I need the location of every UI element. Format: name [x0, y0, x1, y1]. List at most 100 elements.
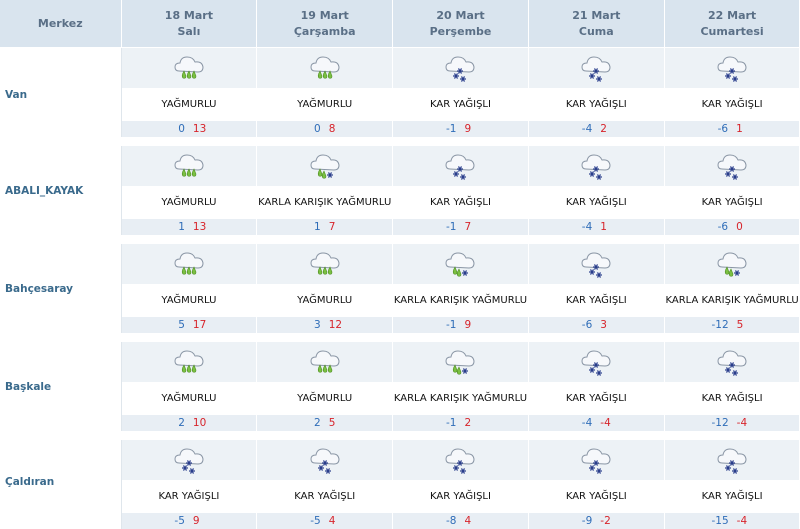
min-temp: -12: [712, 319, 729, 331]
min-temp: 0: [169, 123, 185, 135]
min-temp: 1: [169, 221, 185, 233]
day-date: 19 Mart: [257, 9, 392, 22]
weather-cell: [528, 240, 664, 285]
rain-icon: [170, 51, 208, 85]
snow-icon: [713, 149, 751, 183]
temperature-cell: -42: [528, 121, 664, 142]
weather-description: KARLA KARIŞIK YAĞMURLU: [664, 284, 800, 317]
day-header: 19 Mart Çarşamba: [257, 0, 393, 48]
max-temp: 8: [329, 123, 345, 135]
temperature-cell: -4 1: [528, 219, 664, 240]
max-temp: 3: [600, 319, 616, 331]
max-temp: 5: [329, 417, 345, 429]
max-temp: 0: [736, 221, 752, 233]
weather-cell: [257, 142, 393, 187]
merkez-header: Merkez: [0, 0, 121, 48]
description-text: KAR YAĞIŞLI: [294, 491, 355, 502]
description-text: KAR YAĞIŞLI: [566, 491, 627, 502]
weather-description: KAR YAĞIŞLI: [664, 186, 800, 219]
temperature-cell: 08: [257, 121, 393, 142]
temperature-cell: -17: [393, 219, 529, 240]
temperature-cell: -19: [393, 317, 529, 338]
temperature-cell: -63: [528, 317, 664, 338]
weather-description: KAR YAĞIŞLI: [528, 88, 664, 121]
description-text: KAR YAĞIŞLI: [702, 393, 763, 404]
max-temp: 12: [329, 319, 345, 331]
weather-description: YAĞMURLU: [121, 382, 257, 415]
city-name: Van: [0, 48, 121, 142]
min-temp: -4: [576, 221, 592, 233]
weather-cell: [121, 142, 257, 187]
temperature-cell: 113: [121, 219, 257, 240]
snow-icon: [713, 345, 751, 379]
weather-description: KAR YAĞIŞLI: [393, 480, 529, 513]
sleet-icon: [441, 247, 479, 281]
weather-cell: [121, 240, 257, 285]
max-temp: 4: [464, 515, 480, 527]
max-temp: 9: [464, 123, 480, 135]
temperature-cell: -59: [121, 513, 257, 529]
weather-cell: [121, 48, 257, 89]
day-name: Cumartesi: [665, 25, 800, 38]
min-temp: -5: [169, 515, 185, 527]
weather-description: YAĞMURLU: [121, 88, 257, 121]
description-text: KAR YAĞIŞLI: [430, 99, 491, 110]
temperature-cell: -8 4: [393, 513, 529, 529]
rain-icon: [306, 345, 344, 379]
description-text: KAR YAĞIŞLI: [566, 295, 627, 306]
weather-cell: [528, 48, 664, 89]
day-date: 21 Mart: [529, 9, 664, 22]
snow-icon: [577, 345, 615, 379]
description-text: YAĞMURLU: [297, 393, 352, 404]
weather-description: KAR YAĞIŞLI: [393, 88, 529, 121]
day-name: Çarşamba: [257, 25, 392, 38]
min-temp: -5: [305, 515, 321, 527]
snow-icon: [441, 149, 479, 183]
day-header: 20 MartPerşembe: [393, 0, 529, 48]
min-temp: 1: [305, 221, 321, 233]
snow-icon: [713, 51, 751, 85]
description-text: KAR YAĞIŞLI: [158, 491, 219, 502]
snow-icon: [577, 247, 615, 281]
min-temp: -8: [440, 515, 456, 527]
temperature-cell: -12: [393, 415, 529, 436]
sleet-icon: [441, 345, 479, 379]
temperature-cell: -125: [664, 317, 800, 338]
max-temp: 2: [600, 123, 616, 135]
weather-description: KARLA KARIŞIK YAĞMURLU: [393, 382, 529, 415]
weather-cell: [528, 142, 664, 187]
min-temp: 2: [169, 417, 185, 429]
weather-cell: [393, 338, 529, 383]
min-temp: -15: [712, 515, 729, 527]
temperature-cell: 517: [121, 317, 257, 338]
min-temp: -1: [440, 319, 456, 331]
day-header: 21 MartCuma: [528, 0, 664, 48]
weather-description: KAR YAĞIŞLI: [528, 186, 664, 219]
description-text: KAR YAĞIŞLI: [566, 197, 627, 208]
weather-cell: [393, 48, 529, 89]
temperature-cell: 25: [257, 415, 393, 436]
weather-cell: [664, 240, 800, 285]
description-text: KAR YAĞIŞLI: [566, 99, 627, 110]
description-text: YAĞMURLU: [297, 99, 352, 110]
snow-icon: [577, 149, 615, 183]
city-name: Bahçesaray: [0, 240, 121, 338]
weather-description: KAR YAĞIŞLI: [528, 382, 664, 415]
weather-cell: [528, 338, 664, 383]
max-temp: 1: [600, 221, 616, 233]
max-temp: -4: [600, 417, 616, 429]
temperature-cell: -61: [664, 121, 800, 142]
weather-cell: [664, 338, 800, 383]
description-text: YAĞMURLU: [161, 197, 216, 208]
forecast-icon-row: ABALI_KAYAK: [0, 142, 800, 187]
max-temp: 7: [329, 221, 345, 233]
day-name: Perşembe: [393, 25, 528, 38]
weather-description: KAR YAĞIŞLI: [257, 480, 393, 513]
rain-icon: [170, 149, 208, 183]
forecast-icon-row: Bahçesaray: [0, 240, 800, 285]
snow-icon: [441, 443, 479, 477]
snow-icon: [713, 443, 751, 477]
description-text: KARLA KARIŞIK YAĞMURLU: [258, 197, 391, 208]
rain-icon: [170, 345, 208, 379]
snow-icon: [441, 51, 479, 85]
